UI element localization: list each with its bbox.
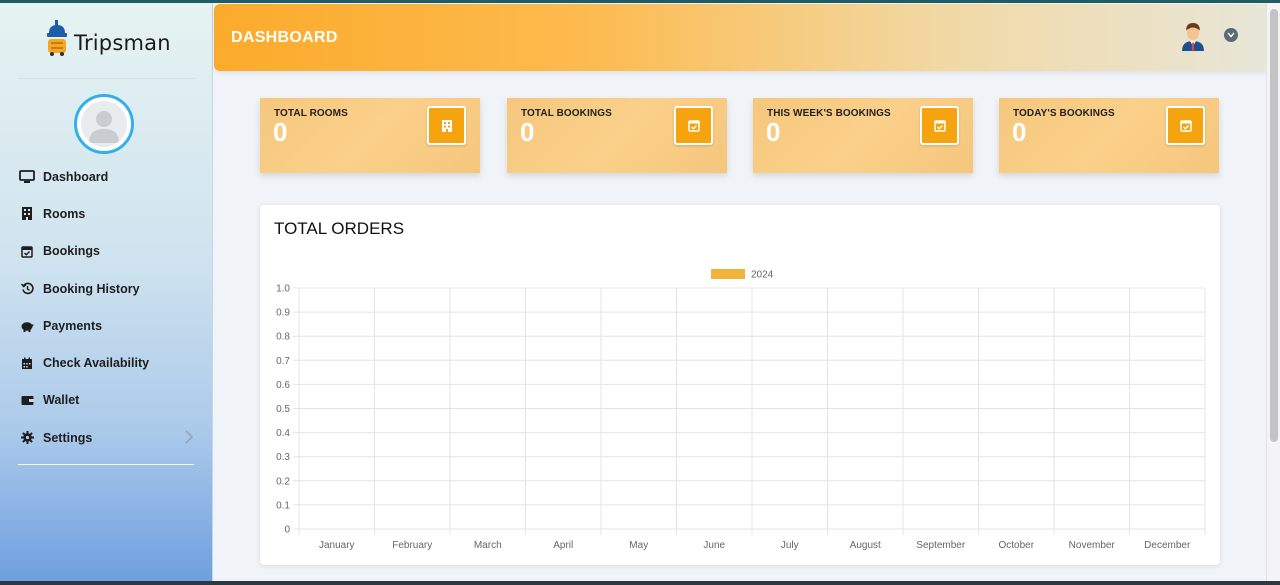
user-avatar-icon[interactable] (1180, 21, 1206, 51)
x-tick-label: April (553, 540, 573, 551)
orders-chart: 1.0 0.9 0.8 0.7 0.6 0.5 0.4 0.3 0.2 0.1 0 January Fe… (276, 269, 1206, 551)
y-tick-label: 0.6 (276, 380, 290, 391)
stat-card-value: 0 (520, 117, 535, 147)
y-tick-label: 0.7 (276, 356, 290, 367)
legend-swatch (711, 269, 745, 279)
y-tick-label: 0.5 (276, 404, 290, 415)
x-tick-label: June (703, 540, 725, 551)
page-scrollbar[interactable] (1266, 3, 1280, 581)
y-tick-label: 0.1 (276, 500, 290, 511)
building-icon (19, 206, 35, 222)
sidebar-item-payments[interactable]: Payments (0, 307, 213, 344)
top-header: DASHBOARD (214, 4, 1266, 71)
sidebar-divider (18, 464, 194, 465)
sidebar-item-label: Payments (43, 318, 103, 333)
calendar-check-icon (19, 243, 35, 259)
stat-card-title: TOTAL BOOKINGS (521, 108, 612, 119)
suitcase-logo-icon (44, 19, 70, 57)
x-tick-label: May (629, 540, 648, 551)
stat-card-title: THIS WEEK'S BOOKINGS (767, 108, 891, 119)
stat-card-week-bookings: THIS WEEK'S BOOKINGS 0 (753, 98, 973, 173)
sidebar: Tripsman Dashboard Rooms Bookings Bookin… (0, 3, 213, 581)
stat-card-today-bookings: TODAY'S BOOKINGS 0 (999, 98, 1219, 173)
user-placeholder-icon (81, 101, 127, 147)
stat-card-value: 0 (766, 117, 781, 147)
x-tick-label: January (319, 540, 355, 551)
chevron-right-icon[interactable] (185, 430, 194, 449)
brand-name: Tripsman (74, 31, 171, 55)
x-tick-label: December (1144, 540, 1191, 551)
sidebar-item-check-availability[interactable]: Check Availability (0, 344, 213, 381)
sidebar-item-label: Wallet (43, 393, 80, 408)
chevron-down-icon[interactable] (1224, 28, 1238, 42)
x-tick-label: October (998, 540, 1034, 551)
sidebar-item-label: Dashboard (43, 169, 109, 184)
sidebar-item-label: Check Availability (43, 356, 150, 371)
calendar-check-icon[interactable] (674, 106, 713, 145)
gear-icon (19, 430, 35, 446)
calendar-check-icon[interactable] (1166, 106, 1205, 145)
sidebar-item-dashboard[interactable]: Dashboard (0, 158, 213, 195)
x-tick-label: March (474, 540, 502, 551)
x-tick-label: July (781, 540, 799, 551)
profile-avatar[interactable] (74, 94, 134, 154)
sidebar-nav: Dashboard Rooms Bookings Booking History… (0, 158, 213, 456)
y-tick-label: 1.0 (276, 284, 290, 295)
stat-card-value: 0 (273, 117, 288, 147)
stat-card-total-rooms: TOTAL ROOMS 0 (260, 98, 480, 173)
x-tick-label: August (850, 540, 881, 551)
sidebar-divider (18, 78, 195, 79)
stat-card-value: 0 (1012, 117, 1027, 147)
y-tick-label: 0.3 (276, 452, 290, 463)
building-icon[interactable] (427, 106, 466, 145)
wallet-icon (19, 392, 35, 408)
calendar-icon (19, 355, 35, 371)
sidebar-item-wallet[interactable]: Wallet (0, 382, 213, 419)
y-tick-label: 0.8 (276, 332, 290, 343)
sidebar-item-bookings[interactable]: Bookings (0, 233, 213, 270)
sidebar-item-settings[interactable]: Settings (0, 419, 213, 456)
brand[interactable]: Tripsman (44, 19, 171, 57)
x-tick-label: November (1069, 540, 1116, 551)
y-tick-label: 0.2 (276, 476, 290, 487)
sidebar-item-label: Booking History (43, 281, 140, 296)
y-tick-label: 0 (284, 525, 290, 536)
legend-label: 2024 (751, 270, 774, 281)
sidebar-item-label: Bookings (43, 244, 100, 259)
sidebar-item-booking-history[interactable]: Booking History (0, 270, 213, 307)
monitor-icon (19, 169, 35, 185)
sidebar-item-rooms[interactable]: Rooms (0, 195, 213, 232)
y-tick-label: 0.4 (276, 428, 290, 439)
total-orders-card: TOTAL ORDERS 1.0 0.9 0.8 0.7 0.6 0.5 0.4 0.3 0.2… (260, 205, 1220, 565)
x-tick-label: September (916, 540, 966, 551)
x-tick-label: February (392, 540, 432, 551)
sidebar-item-label: Settings (43, 430, 93, 445)
y-tick-label: 0.9 (276, 308, 290, 319)
page-title: DASHBOARD (231, 29, 338, 46)
window-bottom-border (0, 581, 1280, 585)
piggy-bank-icon (19, 318, 35, 334)
stat-card-title: TODAY'S BOOKINGS (1013, 108, 1115, 119)
stat-card-total-bookings: TOTAL BOOKINGS 0 (507, 98, 727, 173)
scrollbar-thumb[interactable] (1270, 9, 1278, 442)
history-icon (19, 281, 35, 297)
sidebar-item-label: Rooms (43, 206, 86, 221)
calendar-check-icon[interactable] (920, 106, 959, 145)
